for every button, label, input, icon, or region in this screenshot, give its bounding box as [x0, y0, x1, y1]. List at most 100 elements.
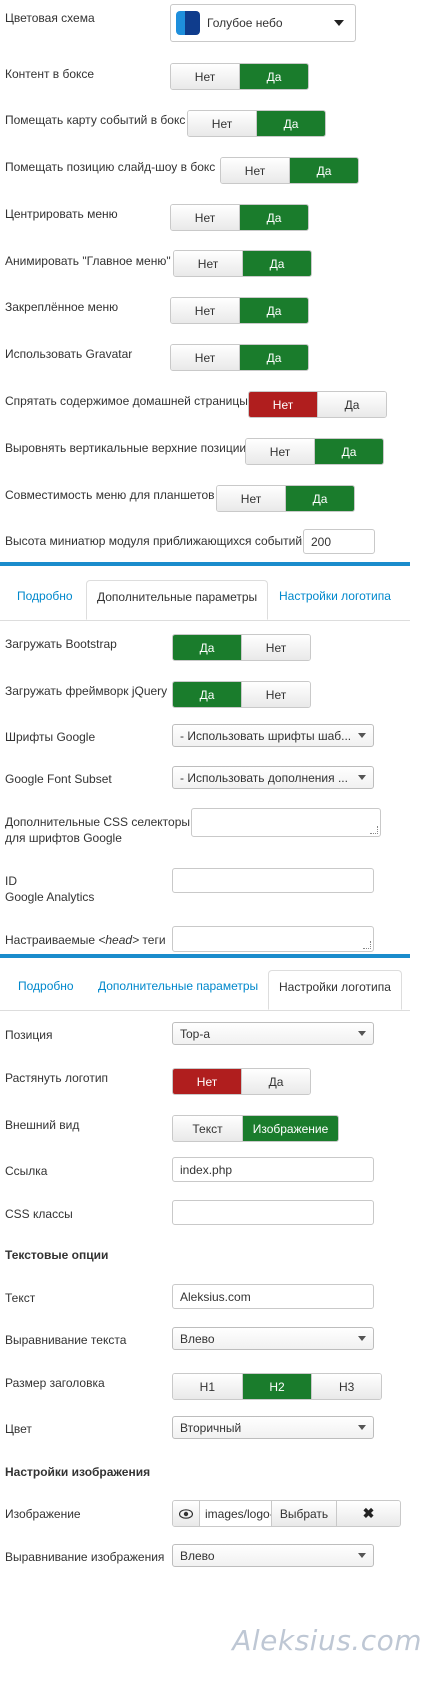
resize-grip-icon[interactable] — [363, 941, 371, 949]
resize-grip-icon[interactable] — [370, 826, 378, 834]
box-content-no[interactable]: Нет — [171, 64, 239, 89]
hide-home-yes[interactable]: Да — [317, 392, 386, 417]
box-events-map-yes[interactable]: Да — [256, 111, 325, 136]
css-selectors-label-2: для шрифтов Google — [5, 831, 122, 845]
tab-logo-settings[interactable]: Настройки логотипа — [279, 589, 391, 603]
animate-menu-toggle[interactable]: Нет Да — [173, 250, 312, 277]
hide-home-toggle[interactable]: Нет Да — [248, 391, 387, 418]
color-scheme-select[interactable]: Голубое небо — [170, 4, 356, 42]
image-align-select[interactable]: Влево — [172, 1544, 374, 1567]
tab-advanced[interactable]: Дополнительные параметры — [86, 580, 269, 620]
analytics-label-1: ID — [5, 874, 17, 888]
bootstrap-toggle[interactable]: Да Нет — [172, 634, 311, 661]
stretch-logo-label: Растянуть логотип — [5, 1071, 109, 1085]
tab-details[interactable]: Подробно — [17, 589, 73, 603]
align-top-yes[interactable]: Да — [314, 439, 383, 464]
eye-icon[interactable] — [173, 1501, 200, 1526]
gravatar-toggle[interactable]: Нет Да — [170, 344, 309, 371]
sticky-menu-label: Закреплённое меню — [5, 300, 119, 314]
image-select-button[interactable]: Выбрать — [272, 1501, 337, 1526]
stretch-logo-no[interactable]: Нет — [173, 1069, 241, 1094]
hide-home-no[interactable]: Нет — [249, 392, 317, 417]
css-classes-label: CSS классы — [5, 1207, 73, 1221]
tab-logo-settings[interactable]: Настройки логотипа — [268, 970, 402, 1010]
jquery-yes[interactable]: Да — [173, 682, 241, 707]
sticky-menu-toggle[interactable]: Нет Да — [170, 297, 309, 324]
analytics-label-2: Google Analytics — [5, 890, 95, 904]
animate-menu-yes[interactable]: Да — [242, 251, 311, 276]
google-fonts-select[interactable]: - Использовать шрифты шаб... — [172, 724, 374, 747]
sticky-menu-yes[interactable]: Да — [239, 298, 308, 323]
tablet-menu-no[interactable]: Нет — [217, 486, 285, 511]
color-swatch-icon — [176, 11, 200, 35]
tablet-menu-yes[interactable]: Да — [285, 486, 354, 511]
image-picker: images/logo-100 Выбрать ✖ — [172, 1500, 401, 1527]
box-content-yes[interactable]: Да — [239, 64, 308, 89]
box-slideshow-toggle[interactable]: Нет Да — [220, 157, 359, 184]
text-options-header: Текстовые опции — [5, 1248, 109, 1262]
box-slideshow-no[interactable]: Нет — [221, 158, 289, 183]
section-separator — [0, 954, 410, 958]
clear-icon[interactable]: ✖ — [337, 1501, 400, 1526]
jquery-no[interactable]: Нет — [241, 682, 310, 707]
align-top-no[interactable]: Нет — [246, 439, 314, 464]
box-events-map-label: Помещать карту событий в бокс — [5, 113, 186, 127]
animate-menu-no[interactable]: Нет — [174, 251, 242, 276]
section-separator — [0, 562, 410, 566]
image-align-label: Выравнивание изображения — [5, 1550, 165, 1564]
appearance-image[interactable]: Изображение — [242, 1116, 338, 1141]
align-top-toggle[interactable]: Нет Да — [245, 438, 384, 465]
image-path-input[interactable]: images/logo-100 — [200, 1501, 272, 1526]
watermark: Aleksius.com — [232, 1624, 422, 1657]
tab-details[interactable]: Подробно — [18, 979, 74, 993]
center-menu-toggle[interactable]: Нет Да — [170, 204, 309, 231]
box-events-map-no[interactable]: Нет — [188, 111, 256, 136]
bootstrap-no[interactable]: Нет — [241, 635, 310, 660]
text-align-select[interactable]: Влево — [172, 1327, 374, 1350]
sticky-menu-no[interactable]: Нет — [171, 298, 239, 323]
link-input[interactable]: index.php — [172, 1157, 374, 1182]
color-select[interactable]: Вторичный — [172, 1416, 374, 1439]
position-select[interactable]: Top-a — [172, 1022, 374, 1045]
center-menu-no[interactable]: Нет — [171, 205, 239, 230]
analytics-id-input[interactable] — [172, 868, 374, 893]
stretch-logo-toggle[interactable]: Нет Да — [172, 1068, 311, 1095]
heading-size-toggle[interactable]: H1 H2 H3 — [172, 1373, 382, 1400]
head-tags-label: Настраиваемые <head> теги — [5, 933, 166, 947]
font-subset-select[interactable]: - Использовать дополнения ... — [172, 766, 374, 789]
font-subset-value: - Использовать дополнения ... — [180, 770, 348, 785]
heading-h3[interactable]: H3 — [311, 1374, 381, 1399]
google-fonts-value: - Использовать шрифты шаб... — [180, 728, 352, 743]
bootstrap-yes[interactable]: Да — [173, 635, 241, 660]
box-slideshow-yes[interactable]: Да — [289, 158, 358, 183]
tab-bar: Подробно Дополнительные параметры Настро… — [0, 580, 410, 621]
text-label: Текст — [5, 1291, 36, 1305]
align-top-label: Выровнять вертикальные верхние позиции — [5, 441, 247, 455]
box-events-map-toggle[interactable]: Нет Да — [187, 110, 326, 137]
image-label: Изображение — [5, 1507, 81, 1521]
text-input[interactable]: Aleksius.com — [172, 1284, 374, 1309]
appearance-text[interactable]: Текст — [173, 1116, 242, 1141]
image-align-value: Влево — [180, 1548, 215, 1563]
heading-h2[interactable]: H2 — [241, 1374, 312, 1399]
tablet-menu-label: Совместимость меню для планшетов — [5, 488, 215, 502]
css-selectors-textarea[interactable] — [191, 808, 381, 837]
tab-advanced[interactable]: Дополнительные параметры — [98, 979, 258, 993]
stretch-logo-yes[interactable]: Да — [241, 1069, 310, 1094]
gravatar-no[interactable]: Нет — [171, 345, 239, 370]
thumb-height-input[interactable]: 200 — [303, 529, 375, 554]
head-tags-textarea[interactable] — [172, 926, 374, 952]
text-align-value: Влево — [180, 1331, 215, 1346]
position-value: Top-a — [180, 1026, 211, 1041]
css-classes-input[interactable] — [172, 1200, 374, 1225]
text-align-label: Выравнивание текста — [5, 1333, 127, 1347]
dropdown-arrow-icon — [358, 775, 366, 780]
bootstrap-label: Загружать Bootstrap — [5, 637, 117, 651]
box-content-toggle[interactable]: Нет Да — [170, 63, 309, 90]
appearance-toggle[interactable]: Текст Изображение — [172, 1115, 339, 1142]
heading-h1[interactable]: H1 — [173, 1374, 242, 1399]
gravatar-yes[interactable]: Да — [239, 345, 308, 370]
center-menu-yes[interactable]: Да — [239, 205, 308, 230]
tablet-menu-toggle[interactable]: Нет Да — [216, 485, 355, 512]
jquery-toggle[interactable]: Да Нет — [172, 681, 311, 708]
